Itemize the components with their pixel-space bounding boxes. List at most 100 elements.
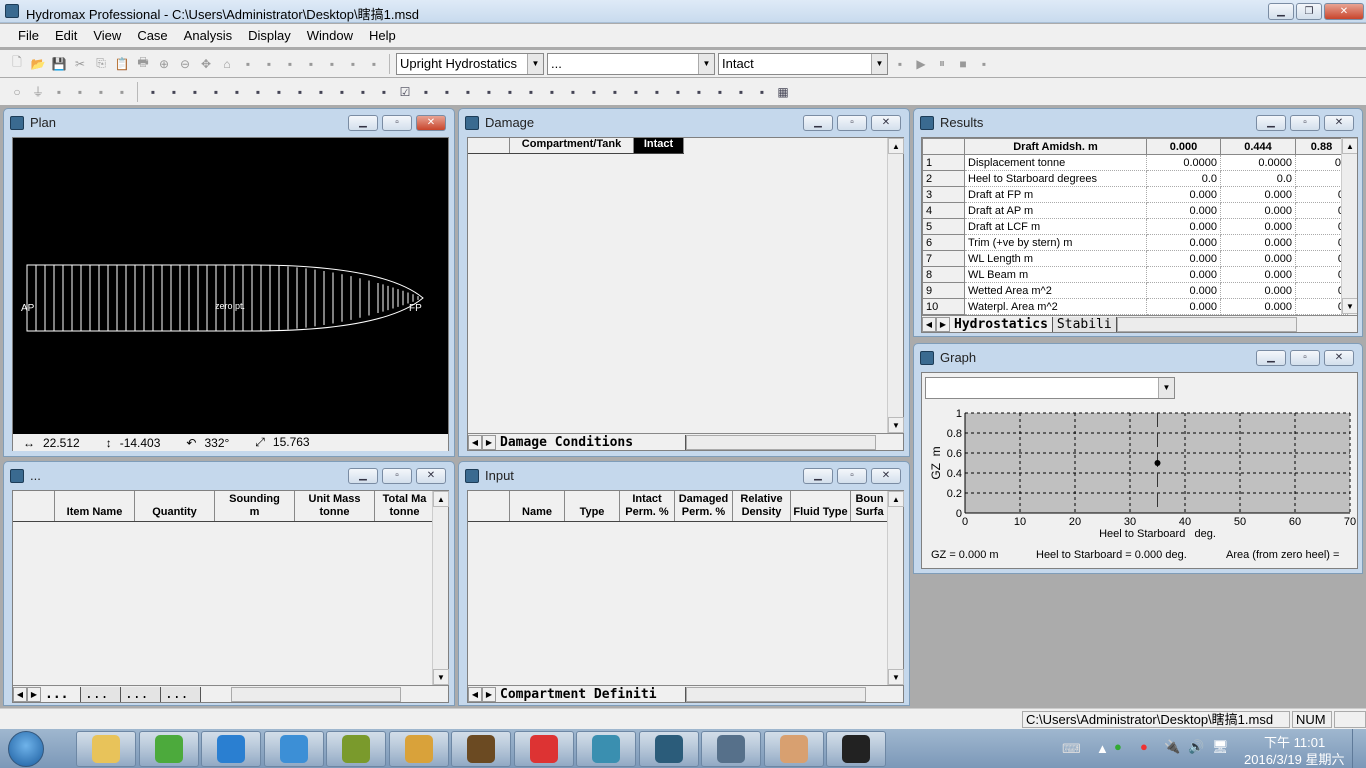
- chevron-down-icon[interactable]: ▼: [1158, 378, 1174, 398]
- taskbar-hydromax[interactable]: [701, 731, 761, 767]
- perspective-icon[interactable]: ▪: [113, 83, 131, 101]
- column-header[interactable]: Quantity: [135, 491, 215, 521]
- cell-value[interactable]: 0: [1295, 266, 1348, 283]
- results-vscroll[interactable]: ▲ ▼: [1341, 138, 1357, 314]
- tank2-icon[interactable]: ▪: [165, 83, 183, 101]
- column-header[interactable]: Intact Perm. %: [620, 491, 675, 521]
- column-header[interactable]: Total Ma tonne: [375, 491, 435, 521]
- link-icon[interactable]: ▪: [228, 83, 246, 101]
- loadcase-close[interactable]: ✕: [416, 468, 446, 484]
- damage-vscroll[interactable]: ▲ ▼: [887, 138, 904, 433]
- results-hscroll[interactable]: [1116, 316, 1297, 332]
- pan-icon[interactable]: ✥: [197, 55, 215, 73]
- input-vscroll[interactable]: ▲ ▼: [887, 491, 904, 685]
- damage-close[interactable]: ✕: [871, 115, 901, 131]
- damage-hscroll[interactable]: [686, 434, 876, 450]
- row-number[interactable]: 7: [922, 250, 965, 267]
- damage-col-intact[interactable]: Intact: [634, 138, 684, 153]
- row-number[interactable]: 2: [922, 170, 965, 187]
- column-header[interactable]: Boun Surfa: [851, 491, 889, 521]
- sort-icon[interactable]: ▪: [323, 55, 341, 73]
- results-minimize[interactable]: ▁: [1256, 115, 1286, 131]
- home-icon[interactable]: ⌂: [218, 55, 236, 73]
- graph-minimize[interactable]: ▁: [1256, 350, 1286, 366]
- grid-icon[interactable]: ▦: [774, 83, 792, 101]
- table-row[interactable]: 7WL Length m0.0000.0000: [922, 250, 1348, 267]
- taskbar-pdf-reader[interactable]: [513, 731, 574, 767]
- copy-icon[interactable]: ⎘: [92, 55, 110, 73]
- menu-file[interactable]: File: [10, 28, 47, 43]
- table-row[interactable]: 4Draft at AP m0.0000.0000: [922, 202, 1348, 219]
- column-header[interactable]: Damaged Perm. %: [675, 491, 733, 521]
- options-icon[interactable]: ▪: [975, 55, 993, 73]
- shape1-icon[interactable]: ▪: [501, 83, 519, 101]
- start-button[interactable]: [8, 731, 44, 767]
- graph-selector[interactable]: ▼: [925, 377, 1175, 399]
- input-restore[interactable]: ▫: [837, 468, 867, 484]
- cell-value[interactable]: 0.: [1295, 154, 1348, 171]
- loadcase-hscroll[interactable]: [231, 686, 401, 702]
- window-icon[interactable]: ▪: [375, 83, 393, 101]
- tab-stability[interactable]: Stabili: [1052, 316, 1117, 332]
- monitor-icon[interactable]: ▪: [711, 83, 729, 101]
- row-number[interactable]: 8: [922, 266, 965, 283]
- chevron-down-icon[interactable]: ▼: [527, 53, 543, 74]
- column-header[interactable]: Draft Amidsh. m: [964, 138, 1147, 155]
- input-hscroll[interactable]: [686, 686, 866, 702]
- tank3-icon[interactable]: ▪: [186, 83, 204, 101]
- tab-prev[interactable]: ◀: [468, 686, 482, 702]
- xbox-icon[interactable]: ▪: [627, 83, 645, 101]
- cell-value[interactable]: 0.000: [1146, 266, 1221, 283]
- frame-icon[interactable]: ▪: [690, 83, 708, 101]
- results-restore[interactable]: ▫: [1290, 115, 1320, 131]
- results-close[interactable]: ✕: [1324, 115, 1354, 131]
- column-header[interactable]: Item Name: [55, 491, 135, 521]
- loadcase-tab[interactable]: ...: [121, 686, 161, 702]
- results-table[interactable]: Draft Amidsh. m 0.000 0.444 0.88 1 Displaceme…: [922, 138, 1348, 315]
- link4-icon[interactable]: ▪: [291, 83, 309, 101]
- table-row[interactable]: 10Waterpl. Area m^20.0000.0000: [922, 298, 1348, 315]
- link6-icon[interactable]: ▪: [333, 83, 351, 101]
- cell-value[interactable]: 0.000: [1146, 186, 1221, 203]
- restore-button[interactable]: ❐: [1296, 3, 1322, 20]
- cell-value[interactable]: 0: [1295, 250, 1348, 267]
- row-number[interactable]: 10: [922, 298, 965, 315]
- link7-icon[interactable]: ▪: [354, 83, 372, 101]
- paste-icon[interactable]: 📋: [113, 55, 131, 73]
- row-number[interactable]: 4: [922, 202, 965, 219]
- cell-value[interactable]: 0.000: [1220, 266, 1296, 283]
- graph-close[interactable]: ✕: [1324, 350, 1354, 366]
- minimize-button[interactable]: ▁: [1268, 3, 1294, 20]
- input-minimize[interactable]: ▁: [803, 468, 833, 484]
- link2-icon[interactable]: ▪: [249, 83, 267, 101]
- taskbar-app-a[interactable]: [576, 731, 636, 767]
- menu-help[interactable]: Help: [361, 28, 404, 43]
- table-row[interactable]: 6Trim (+ve by stern) m0.0000.0000: [922, 234, 1348, 251]
- layer-icon[interactable]: ▪: [585, 83, 603, 101]
- column-header[interactable]: 0.88: [1295, 138, 1348, 155]
- menu-case[interactable]: Case: [129, 28, 175, 43]
- row-number[interactable]: 5: [922, 218, 965, 235]
- table-row[interactable]: 2 Heel to Starboard degrees 0.0 0.0: [922, 170, 1348, 187]
- cell-value[interactable]: 0.000: [1220, 218, 1296, 235]
- loadcase-restore[interactable]: ▫: [382, 468, 412, 484]
- input-close[interactable]: ✕: [871, 468, 901, 484]
- open-icon[interactable]: 📂: [29, 55, 47, 73]
- settings-icon[interactable]: ▪: [891, 55, 909, 73]
- taskbar-ie-browser[interactable]: [138, 731, 199, 767]
- condition-select[interactable]: Intact ▼: [718, 52, 888, 75]
- cell-value[interactable]: 0.000: [1220, 234, 1296, 251]
- column-header[interactable]: [468, 491, 510, 521]
- graph-restore[interactable]: ▫: [1290, 350, 1320, 366]
- tray-date[interactable]: 2016/3/19 星期六: [1244, 749, 1344, 768]
- cell-value[interactable]: 0.000: [1220, 298, 1296, 315]
- menu-window[interactable]: Window: [299, 28, 361, 43]
- hull-plan-view[interactable]: AP zero pt. FP: [13, 138, 448, 434]
- volume-icon[interactable]: 🔊: [1188, 739, 1204, 755]
- filter-icon[interactable]: ⏚: [29, 83, 47, 101]
- row-number[interactable]: 6: [922, 234, 965, 251]
- cut-icon[interactable]: ✂: [71, 55, 89, 73]
- plan-minimize[interactable]: ▁: [348, 115, 378, 131]
- check-icon[interactable]: ☑: [396, 83, 414, 101]
- paint-icon[interactable]: ▪: [564, 83, 582, 101]
